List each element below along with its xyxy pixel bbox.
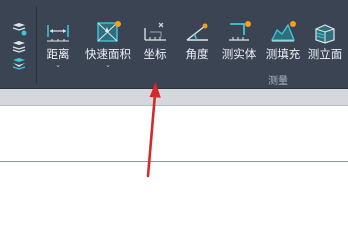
- quick-area-icon: [94, 20, 122, 44]
- ribbon-bottom-bar: [0, 88, 348, 106]
- angle-icon: [183, 20, 211, 44]
- distance-icon: [44, 20, 72, 44]
- measure-group-label: 测量: [268, 76, 288, 87]
- coordinate-button[interactable]: 坐标: [131, 16, 179, 70]
- quick-area-button[interactable]: 快速面积 ⌄: [82, 16, 134, 70]
- distance-dropdown-icon[interactable]: ⌄: [55, 61, 61, 69]
- distance-label: 距离: [46, 47, 70, 61]
- mini-tool-icon-2[interactable]: [10, 40, 28, 54]
- measure-entity-button[interactable]: 测实体: [215, 16, 263, 70]
- ribbon-panel: 距离 ⌄ 快速面积 ⌄ 坐标 角度 测实体 测填充 测立面 测量: [0, 0, 348, 88]
- mini-tool-icon-1[interactable]: [10, 22, 28, 36]
- measure-hatch-label: 测填充: [265, 47, 301, 61]
- drawing-line: [0, 161, 348, 162]
- measure-elevation-label: 测立面: [307, 47, 343, 61]
- measure-hatch-icon: [269, 20, 297, 44]
- distance-button[interactable]: 距离 ⌄: [34, 16, 82, 70]
- quick-area-label: 快速面积: [85, 47, 131, 61]
- angle-label: 角度: [185, 47, 209, 61]
- coordinate-label: 坐标: [143, 47, 167, 61]
- quick-area-dropdown-icon[interactable]: ⌄: [105, 61, 111, 69]
- measure-hatch-button[interactable]: 测填充: [259, 16, 307, 70]
- measure-entity-label: 测实体: [221, 47, 257, 61]
- angle-button[interactable]: 角度: [173, 16, 221, 70]
- mini-tool-icon-3[interactable]: [10, 57, 28, 71]
- measure-entity-icon: [225, 20, 253, 44]
- measure-elevation-button[interactable]: 测立面: [301, 16, 348, 70]
- measure-elevation-icon: [311, 20, 339, 44]
- coordinate-icon: [141, 20, 169, 44]
